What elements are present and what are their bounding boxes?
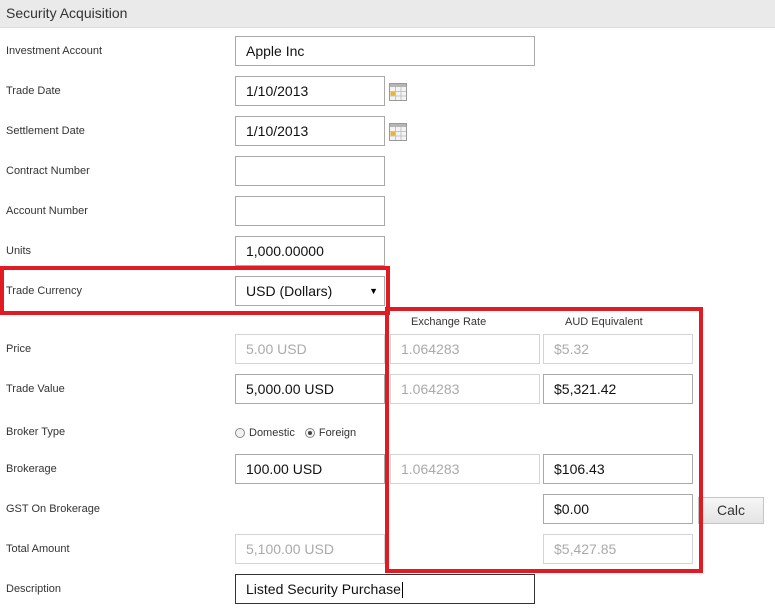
total-amount-label: Total Amount [6, 543, 70, 555]
investment-account-input[interactable]: Apple Inc [235, 36, 535, 66]
settlement-date-input[interactable]: 1/10/2013 [235, 116, 385, 146]
price-input: 5.00 USD [235, 334, 385, 364]
account-number-label: Account Number [6, 205, 88, 217]
settlement-date-label: Settlement Date [6, 125, 85, 137]
domestic-radio-label: Domestic [249, 427, 295, 439]
calendar-icon[interactable] [389, 83, 407, 101]
units-label: Units [6, 245, 32, 257]
page-title: Security Acquisition [6, 5, 128, 21]
brokerage-input[interactable]: 100.00 USD [235, 454, 385, 484]
foreign-radio-label: Foreign [318, 427, 357, 439]
trade-date-input[interactable]: 1/10/2013 [235, 76, 385, 106]
total-amount-input: 5,100.00 USD [235, 534, 385, 564]
foreign-radio[interactable] [304, 428, 315, 438]
account-number-input[interactable] [235, 196, 385, 226]
broker-type-label: Broker Type [6, 426, 66, 438]
page-header: Security Acquisition [0, 0, 775, 28]
domestic-radio[interactable] [235, 428, 245, 438]
calc-button[interactable]: Calc [698, 497, 764, 524]
contract-number-label: Contract Number [6, 165, 90, 177]
trade-date-label: Trade Date [6, 85, 61, 97]
trade-value-label: Trade Value [6, 383, 65, 395]
units-input[interactable]: 1,000.00000 [235, 236, 385, 266]
exchange-columns-highlight [385, 307, 703, 573]
trade-currency-highlight [0, 266, 390, 315]
broker-type-radio-group: Domestic Foreign [235, 427, 356, 439]
price-label: Price [6, 343, 32, 355]
calendar-icon[interactable] [389, 123, 407, 141]
brokerage-label: Brokerage [6, 463, 57, 475]
contract-number-input[interactable] [235, 156, 385, 186]
gst-on-brokerage-label: GST On Brokerage [6, 503, 100, 515]
investment-account-label: Investment Account [6, 45, 102, 57]
description-input[interactable]: Listed Security Purchase [235, 574, 535, 604]
trade-value-input[interactable]: 5,000.00 USD [235, 374, 385, 404]
description-label: Description [6, 583, 62, 595]
